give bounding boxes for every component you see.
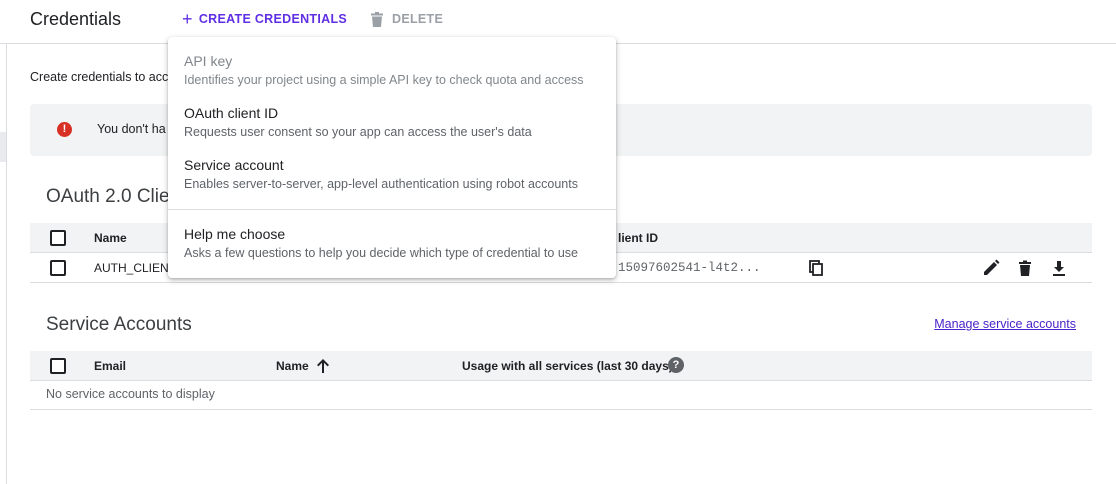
menu-item-description: Asks a few questions to help you decide …: [184, 246, 578, 260]
empty-state-text: No service accounts to display: [46, 387, 215, 401]
menu-item-title: Service account: [184, 157, 284, 173]
row-checkbox[interactable]: [50, 260, 66, 276]
create-credentials-menu: API key Identifies your project using a …: [168, 37, 616, 278]
column-name[interactable]: Name: [276, 359, 309, 373]
left-panel-marker: [0, 132, 6, 162]
menu-item-title: API key: [184, 53, 233, 69]
select-all-checkbox[interactable]: [50, 230, 66, 246]
column-name[interactable]: Name: [94, 231, 127, 245]
menu-item-service-account[interactable]: Service account Enables server-to-server…: [168, 141, 616, 193]
arrow-up-icon[interactable]: [316, 358, 330, 374]
manage-service-accounts-link[interactable]: Manage service accounts: [934, 317, 1076, 331]
menu-item-description: Enables server-to-server, app-level auth…: [184, 177, 578, 191]
menu-item-oauth-client-id[interactable]: OAuth client ID Requests user consent so…: [168, 89, 616, 141]
plus-icon: +: [182, 9, 193, 29]
service-accounts-title: Service Accounts: [46, 314, 192, 335]
create-credentials-button[interactable]: + CREATE CREDENTIALS: [176, 5, 353, 33]
column-usage[interactable]: Usage with all services (last 30 days): [462, 359, 673, 373]
column-client-id: lient ID: [618, 231, 659, 245]
alert-message: You don't ha: [97, 122, 166, 136]
table-bottom-divider: [30, 409, 1092, 410]
delete-label: DELETE: [392, 12, 444, 26]
delete-button[interactable]: DELETE: [366, 5, 447, 33]
service-accounts-table-header: Email Name Usage with all services (last…: [30, 351, 1092, 381]
copy-icon[interactable]: [806, 258, 826, 278]
page-title: Credentials: [30, 9, 122, 29]
select-all-checkbox[interactable]: [50, 358, 66, 374]
client-id-value: 15097602541-l4t2...: [618, 261, 761, 275]
column-email[interactable]: Email: [94, 359, 126, 373]
help-circle-icon[interactable]: ?: [668, 357, 684, 373]
menu-item-title: Help me choose: [184, 226, 286, 242]
create-credentials-label: CREATE CREDENTIALS: [198, 12, 348, 26]
download-icon[interactable]: [1049, 258, 1069, 278]
error-icon: !: [57, 122, 72, 137]
menu-item-description: Identifies your project using a simple A…: [184, 73, 584, 87]
pencil-icon[interactable]: [981, 258, 1001, 278]
menu-item-title: OAuth client ID: [184, 105, 279, 121]
intro-text: Create credentials to acc: [30, 70, 169, 84]
trash-icon: [371, 11, 383, 27]
oauth-section-title: OAuth 2.0 Clie: [46, 186, 170, 207]
menu-item-description: Requests user consent so your app can ac…: [184, 125, 532, 139]
client-name[interactable]: AUTH_CLIEN: [94, 261, 169, 275]
menu-item-api-key[interactable]: API key Identifies your project using a …: [168, 37, 616, 89]
menu-item-help-me-choose[interactable]: Help me choose Asks a few questions to h…: [168, 210, 616, 262]
left-panel-divider: [6, 44, 7, 484]
trash-icon[interactable]: [1015, 258, 1035, 278]
